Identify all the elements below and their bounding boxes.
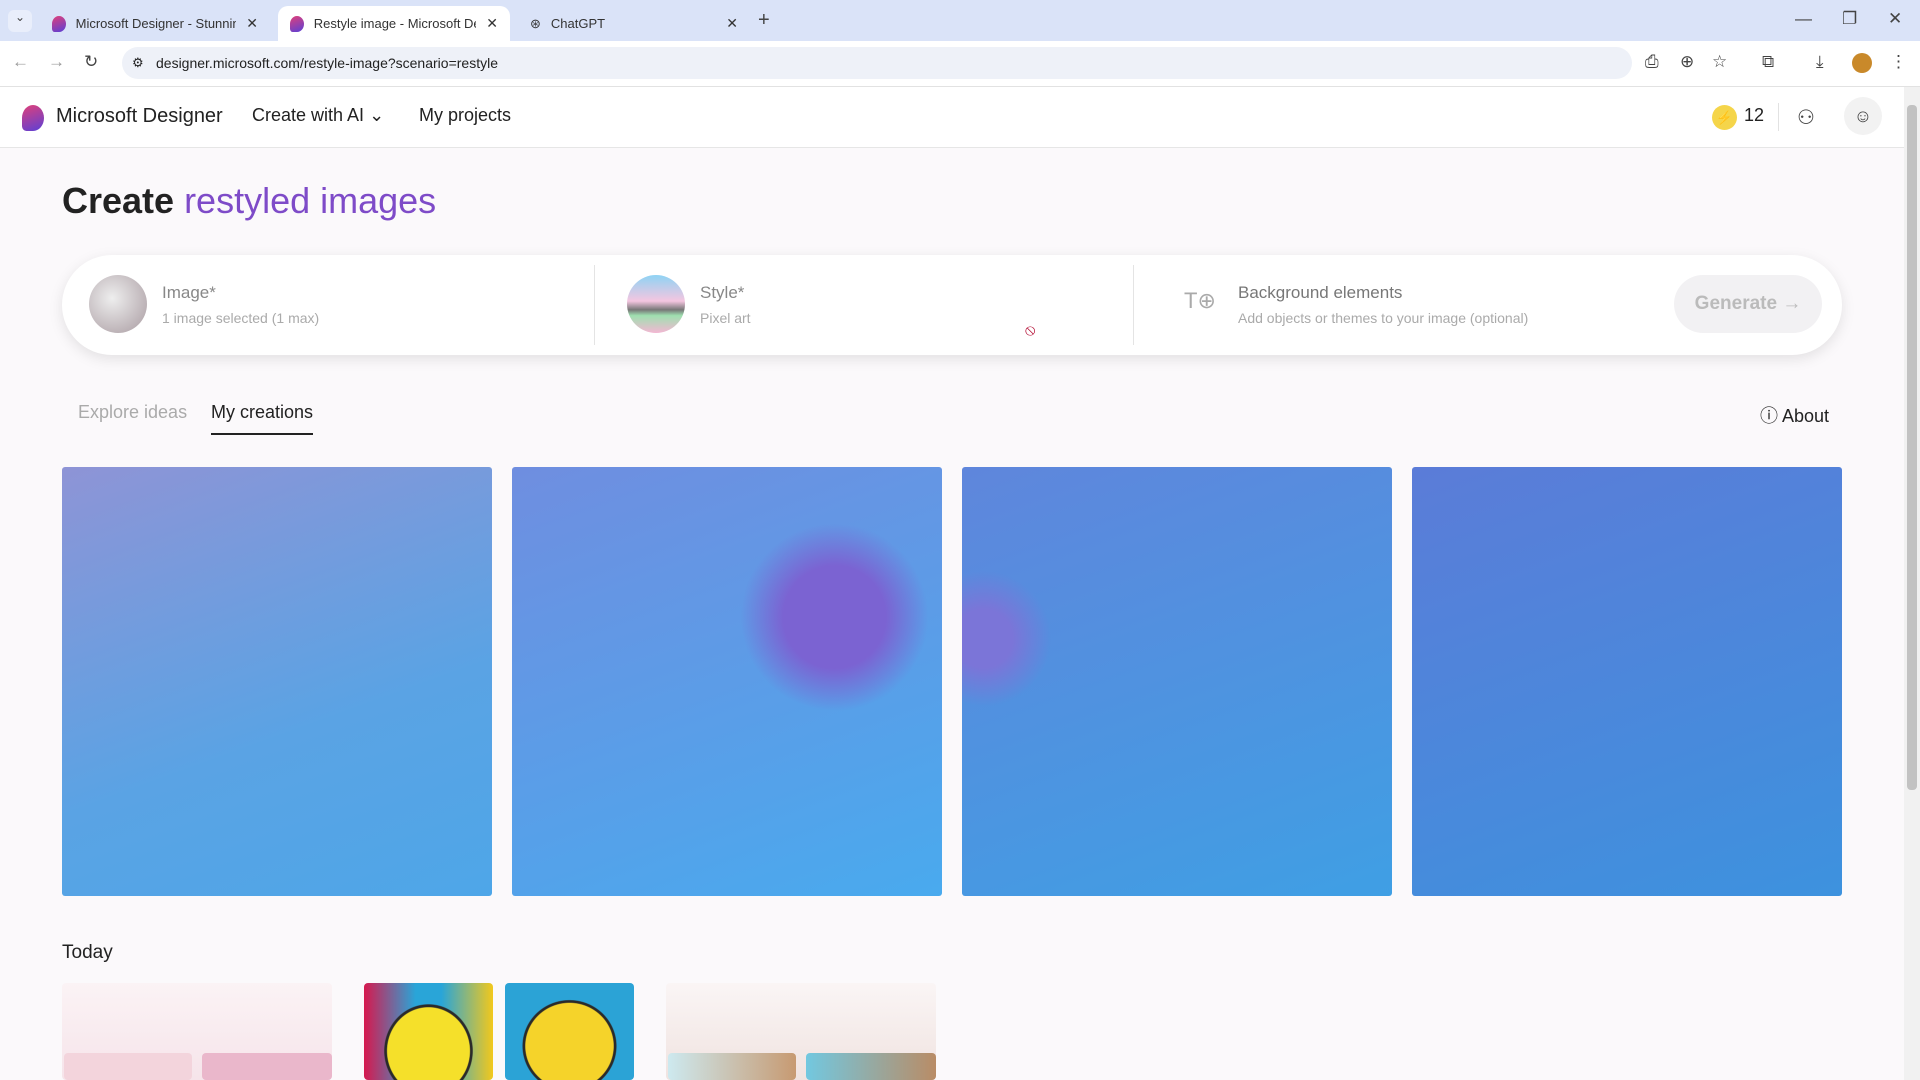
today-thumb[interactable] xyxy=(202,1053,332,1080)
creation-image-2[interactable] xyxy=(512,467,942,896)
minimize-icon[interactable]: — xyxy=(1795,9,1812,29)
browser-tab-bar: ⌄ Microsoft Designer - Stunning designs ✕… xyxy=(0,0,1920,41)
scrollbar-thumb[interactable] xyxy=(1907,105,1917,790)
text-add-icon: T⊕ xyxy=(1184,288,1216,313)
community-icon[interactable]: ⚇ xyxy=(1797,105,1815,130)
pixel-art-style-thumb xyxy=(627,275,685,333)
creation-image-1[interactable] xyxy=(62,467,492,896)
style-label: Style* xyxy=(700,283,745,302)
install-app-icon[interactable]: ⎙ xyxy=(1645,52,1659,72)
forward-icon[interactable]: → xyxy=(48,52,65,72)
section-today-heading: Today xyxy=(62,942,113,963)
credits-count[interactable]: 12 xyxy=(1744,105,1764,126)
today-thumb-photographer-2[interactable] xyxy=(505,983,634,1080)
designer-logo-icon xyxy=(22,105,44,131)
chevron-down-icon: ⌄ xyxy=(369,105,385,125)
restyle-input-card: Image* 1 image selected (1 max) Style* P… xyxy=(62,255,1842,355)
create-label: Create with AI xyxy=(252,105,365,125)
not-allowed-cursor-icon: ⦸ xyxy=(1025,322,1036,339)
browser-tab-restyle[interactable]: Restyle image - Microsoft Designer ✕ xyxy=(278,6,510,41)
image-label: Image* xyxy=(162,283,216,302)
today-thumb[interactable] xyxy=(806,1053,936,1080)
url-text: designer.microsoft.com/restyle-image?sce… xyxy=(156,55,498,71)
style-sub: Pixel art xyxy=(700,310,751,326)
tab-title: Restyle image - Microsoft Designer xyxy=(313,16,476,31)
tab-title: Microsoft Designer - Stunning designs xyxy=(75,16,237,31)
profile-avatar[interactable] xyxy=(1852,53,1872,73)
brand-name[interactable]: Microsoft Designer xyxy=(56,105,223,128)
generate-button[interactable]: Generate → xyxy=(1674,275,1822,333)
selected-image-thumb xyxy=(89,275,147,333)
image-sub: 1 image selected (1 max) xyxy=(162,310,320,326)
account-icon[interactable]: ☺ xyxy=(1844,97,1882,135)
scrollbar[interactable] xyxy=(1904,87,1920,1080)
creation-image-3[interactable] xyxy=(962,467,1392,896)
app-header: Microsoft Designer Create with AI ⌄ My p… xyxy=(0,87,1904,148)
background-elements-input[interactable]: T⊕ Background elements Add objects or th… xyxy=(1134,255,1634,355)
chatgpt-favicon-icon: ⊛ xyxy=(530,15,541,31)
info-icon: ⓘ xyxy=(1760,406,1778,426)
menu-icon[interactable]: ⋮ xyxy=(1890,52,1907,72)
bg-label: Background elements xyxy=(1238,283,1403,302)
today-thumb[interactable] xyxy=(64,1053,192,1080)
back-icon[interactable]: ← xyxy=(12,52,29,72)
creation-image-4[interactable] xyxy=(1412,467,1842,896)
browser-tab-chatgpt[interactable]: ⊛ ChatGPT ✕ xyxy=(518,6,750,41)
about-label: About xyxy=(1782,406,1830,426)
image-input[interactable]: Image* 1 image selected (1 max) xyxy=(62,255,594,355)
title-highlight: restyled images xyxy=(184,180,437,221)
about-button[interactable]: ⓘ About xyxy=(1760,402,1829,438)
close-tab-icon[interactable]: ✕ xyxy=(726,15,738,32)
bg-sub: Add objects or themes to your image (opt… xyxy=(1238,310,1529,326)
site-info-icon[interactable]: ⚙ xyxy=(132,47,144,79)
downloads-icon[interactable]: ⤓ xyxy=(1816,52,1824,72)
create-with-ai-menu[interactable]: Create with AI ⌄ xyxy=(252,105,384,126)
divider xyxy=(1778,103,1779,131)
style-input[interactable]: Style* Pixel art ⦸ xyxy=(595,255,1133,355)
close-window-icon[interactable]: ✕ xyxy=(1888,9,1902,29)
new-tab-icon[interactable]: + xyxy=(758,9,770,32)
today-thumb[interactable] xyxy=(668,1053,796,1080)
generate-label: Generate xyxy=(1694,293,1778,314)
reload-icon[interactable]: ↻ xyxy=(84,52,98,72)
designer-favicon-icon xyxy=(290,15,304,32)
browser-tab-designer[interactable]: Microsoft Designer - Stunning designs ✕ xyxy=(40,6,270,41)
my-projects-link[interactable]: My projects xyxy=(419,105,511,126)
credits-bolt-icon: ⚡ xyxy=(1712,105,1737,130)
restore-icon[interactable]: ❐ xyxy=(1842,9,1857,29)
title-text: Create xyxy=(62,180,185,221)
today-thumb-photographer-1[interactable] xyxy=(364,983,493,1080)
tab-title: ChatGPT xyxy=(550,16,606,31)
extensions-icon[interactable]: ⧉ xyxy=(1762,52,1774,72)
page-title: Create restyled images xyxy=(62,180,436,222)
arrow-right-icon: → xyxy=(1782,293,1802,314)
close-tab-icon[interactable]: ✕ xyxy=(246,15,258,32)
close-tab-icon[interactable]: ✕ xyxy=(486,15,498,32)
tab-my-creations[interactable]: My creations xyxy=(211,402,314,435)
address-bar[interactable]: ⚙ designer.microsoft.com/restyle-image?sc… xyxy=(122,47,1632,79)
tab-explore-ideas[interactable]: Explore ideas xyxy=(78,402,187,433)
zoom-icon[interactable]: ⊕ xyxy=(1680,52,1694,72)
bookmark-star-icon[interactable]: ☆ xyxy=(1712,52,1727,72)
tab-search-icon[interactable]: ⌄ xyxy=(8,10,32,32)
designer-favicon-icon xyxy=(52,15,66,32)
